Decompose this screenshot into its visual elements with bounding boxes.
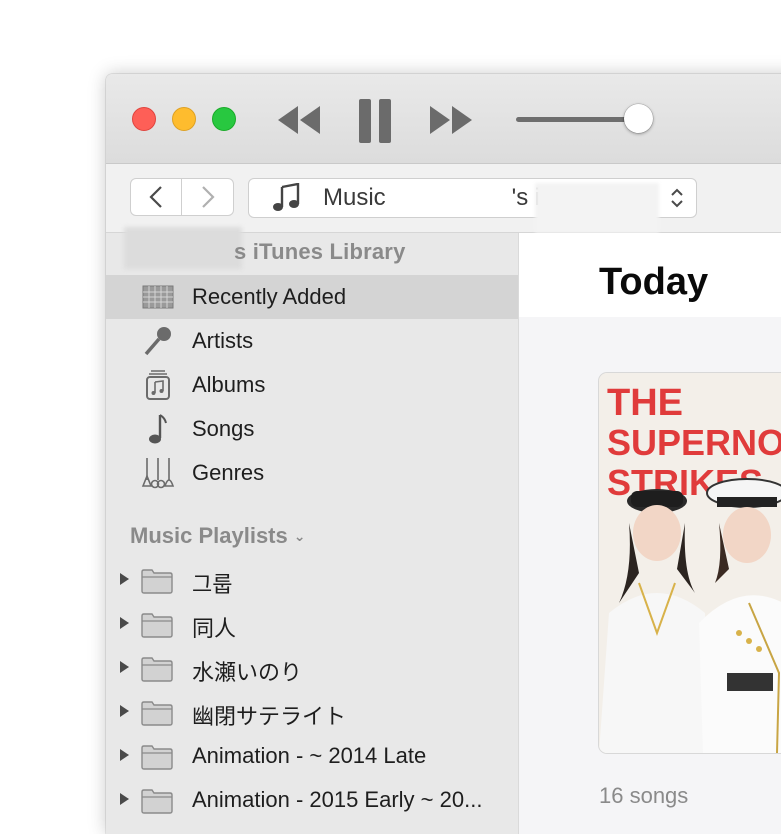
updown-chevron-icon [670, 186, 684, 215]
navigation-bar: Music's iTunes... [106, 164, 781, 233]
folder-icon [140, 787, 174, 820]
minimize-button[interactable] [172, 107, 196, 131]
folder-icon [140, 743, 174, 776]
folder-icon [140, 611, 174, 644]
title-bar [106, 74, 781, 164]
playlist-label: 同人 [192, 616, 237, 641]
folder-icon [140, 699, 174, 732]
forward-button[interactable] [182, 178, 234, 216]
media-source-picker[interactable]: Music's iTunes... [248, 178, 697, 233]
itunes-window: Music's iTunes... s iTunes Library [106, 74, 781, 834]
sidebar-item-albums[interactable]: Albums [106, 363, 518, 407]
pause-icon [359, 99, 391, 143]
zoom-button[interactable] [212, 107, 236, 131]
chevron-right-icon [201, 186, 215, 208]
disclosure-triangle-icon[interactable] [120, 573, 129, 585]
playlist-folder[interactable]: 水瀬いのり [106, 647, 518, 691]
back-button[interactable] [130, 178, 182, 216]
volume-knob[interactable] [624, 104, 653, 133]
playlists-header-label: Music Playlists [130, 523, 288, 548]
playlists-section-header[interactable]: Music Playlists ⌄ [130, 523, 305, 549]
playlist-folder[interactable]: 그룹 [106, 559, 518, 603]
library-header: s iTunes Library [234, 239, 406, 264]
folder-icon [140, 655, 174, 688]
playlist-label: 水瀬いのり [192, 660, 303, 685]
sidebar-item-recently-added[interactable]: Recently Added [106, 275, 518, 319]
sidebar-item-songs[interactable]: Songs [106, 407, 518, 451]
playlist-folder[interactable]: Animation - ~ 2014 Late [106, 735, 518, 779]
playlist-folder[interactable]: 幽閉サテライト [106, 691, 518, 735]
music-note-icon [271, 183, 305, 213]
sidebar: s iTunes Library Recently Added Artists … [106, 227, 519, 834]
album-artwork[interactable]: THE SUPERNO STRIKES [599, 373, 781, 753]
sidebar-item-genres[interactable]: Genres [106, 451, 518, 495]
playlist-label: Animation - ~ 2014 Late [192, 743, 427, 768]
content-header: Today [519, 233, 781, 317]
album-cover-image: THE SUPERNO STRIKES [599, 373, 781, 753]
playlist-folder[interactable]: Animation - 2015 Early ~ 20... [106, 779, 518, 823]
sidebar-item-label: Recently Added [192, 284, 347, 309]
sidebar-item-label: Songs [192, 416, 255, 441]
source-name: Music [323, 184, 386, 211]
playlist-folder[interactable]: 同人 [106, 603, 518, 647]
playlist-label: Animation - 2015 Early ~ 20... [192, 787, 483, 812]
song-count: 16 songs [599, 783, 689, 808]
fast-forward-button[interactable] [428, 106, 474, 139]
close-button[interactable] [132, 107, 156, 131]
album-art-text: SUPERNO [607, 422, 781, 463]
playlist-label: 幽閉サテライト [192, 704, 347, 729]
sidebar-item-label: Genres [192, 460, 265, 485]
disclosure-triangle-icon[interactable] [120, 617, 129, 629]
disclosure-triangle-icon[interactable] [120, 661, 129, 673]
folder-icon [140, 567, 174, 600]
rewind-icon [278, 106, 320, 134]
rewind-button[interactable] [276, 106, 322, 139]
sidebar-item-label: Artists [192, 328, 254, 353]
fast-forward-icon [430, 106, 472, 134]
album-art-text: THE [607, 382, 683, 424]
microphone-icon [140, 325, 176, 357]
sidebar-item-label: Albums [192, 372, 266, 397]
music-note-icon [140, 413, 176, 445]
playlist-label: 그룹 [192, 572, 233, 597]
album-icon [140, 369, 176, 401]
disclosure-triangle-icon[interactable] [120, 749, 129, 761]
volume-slider[interactable] [516, 117, 634, 122]
pause-button[interactable] [358, 99, 392, 148]
chevron-down-icon: ⌄ [293, 528, 306, 544]
page-title: Today [599, 261, 709, 303]
sidebar-item-artists[interactable]: Artists [106, 319, 518, 363]
guitars-icon [140, 457, 176, 489]
chevron-left-icon [149, 186, 162, 208]
recently-added-icon [140, 281, 176, 313]
redaction-blur [535, 183, 659, 233]
disclosure-triangle-icon[interactable] [120, 793, 129, 805]
redaction-blur [124, 227, 242, 269]
main-content: Today THE SUPERNO STRIKES 16 songs [519, 233, 781, 834]
disclosure-triangle-icon[interactable] [120, 705, 129, 717]
